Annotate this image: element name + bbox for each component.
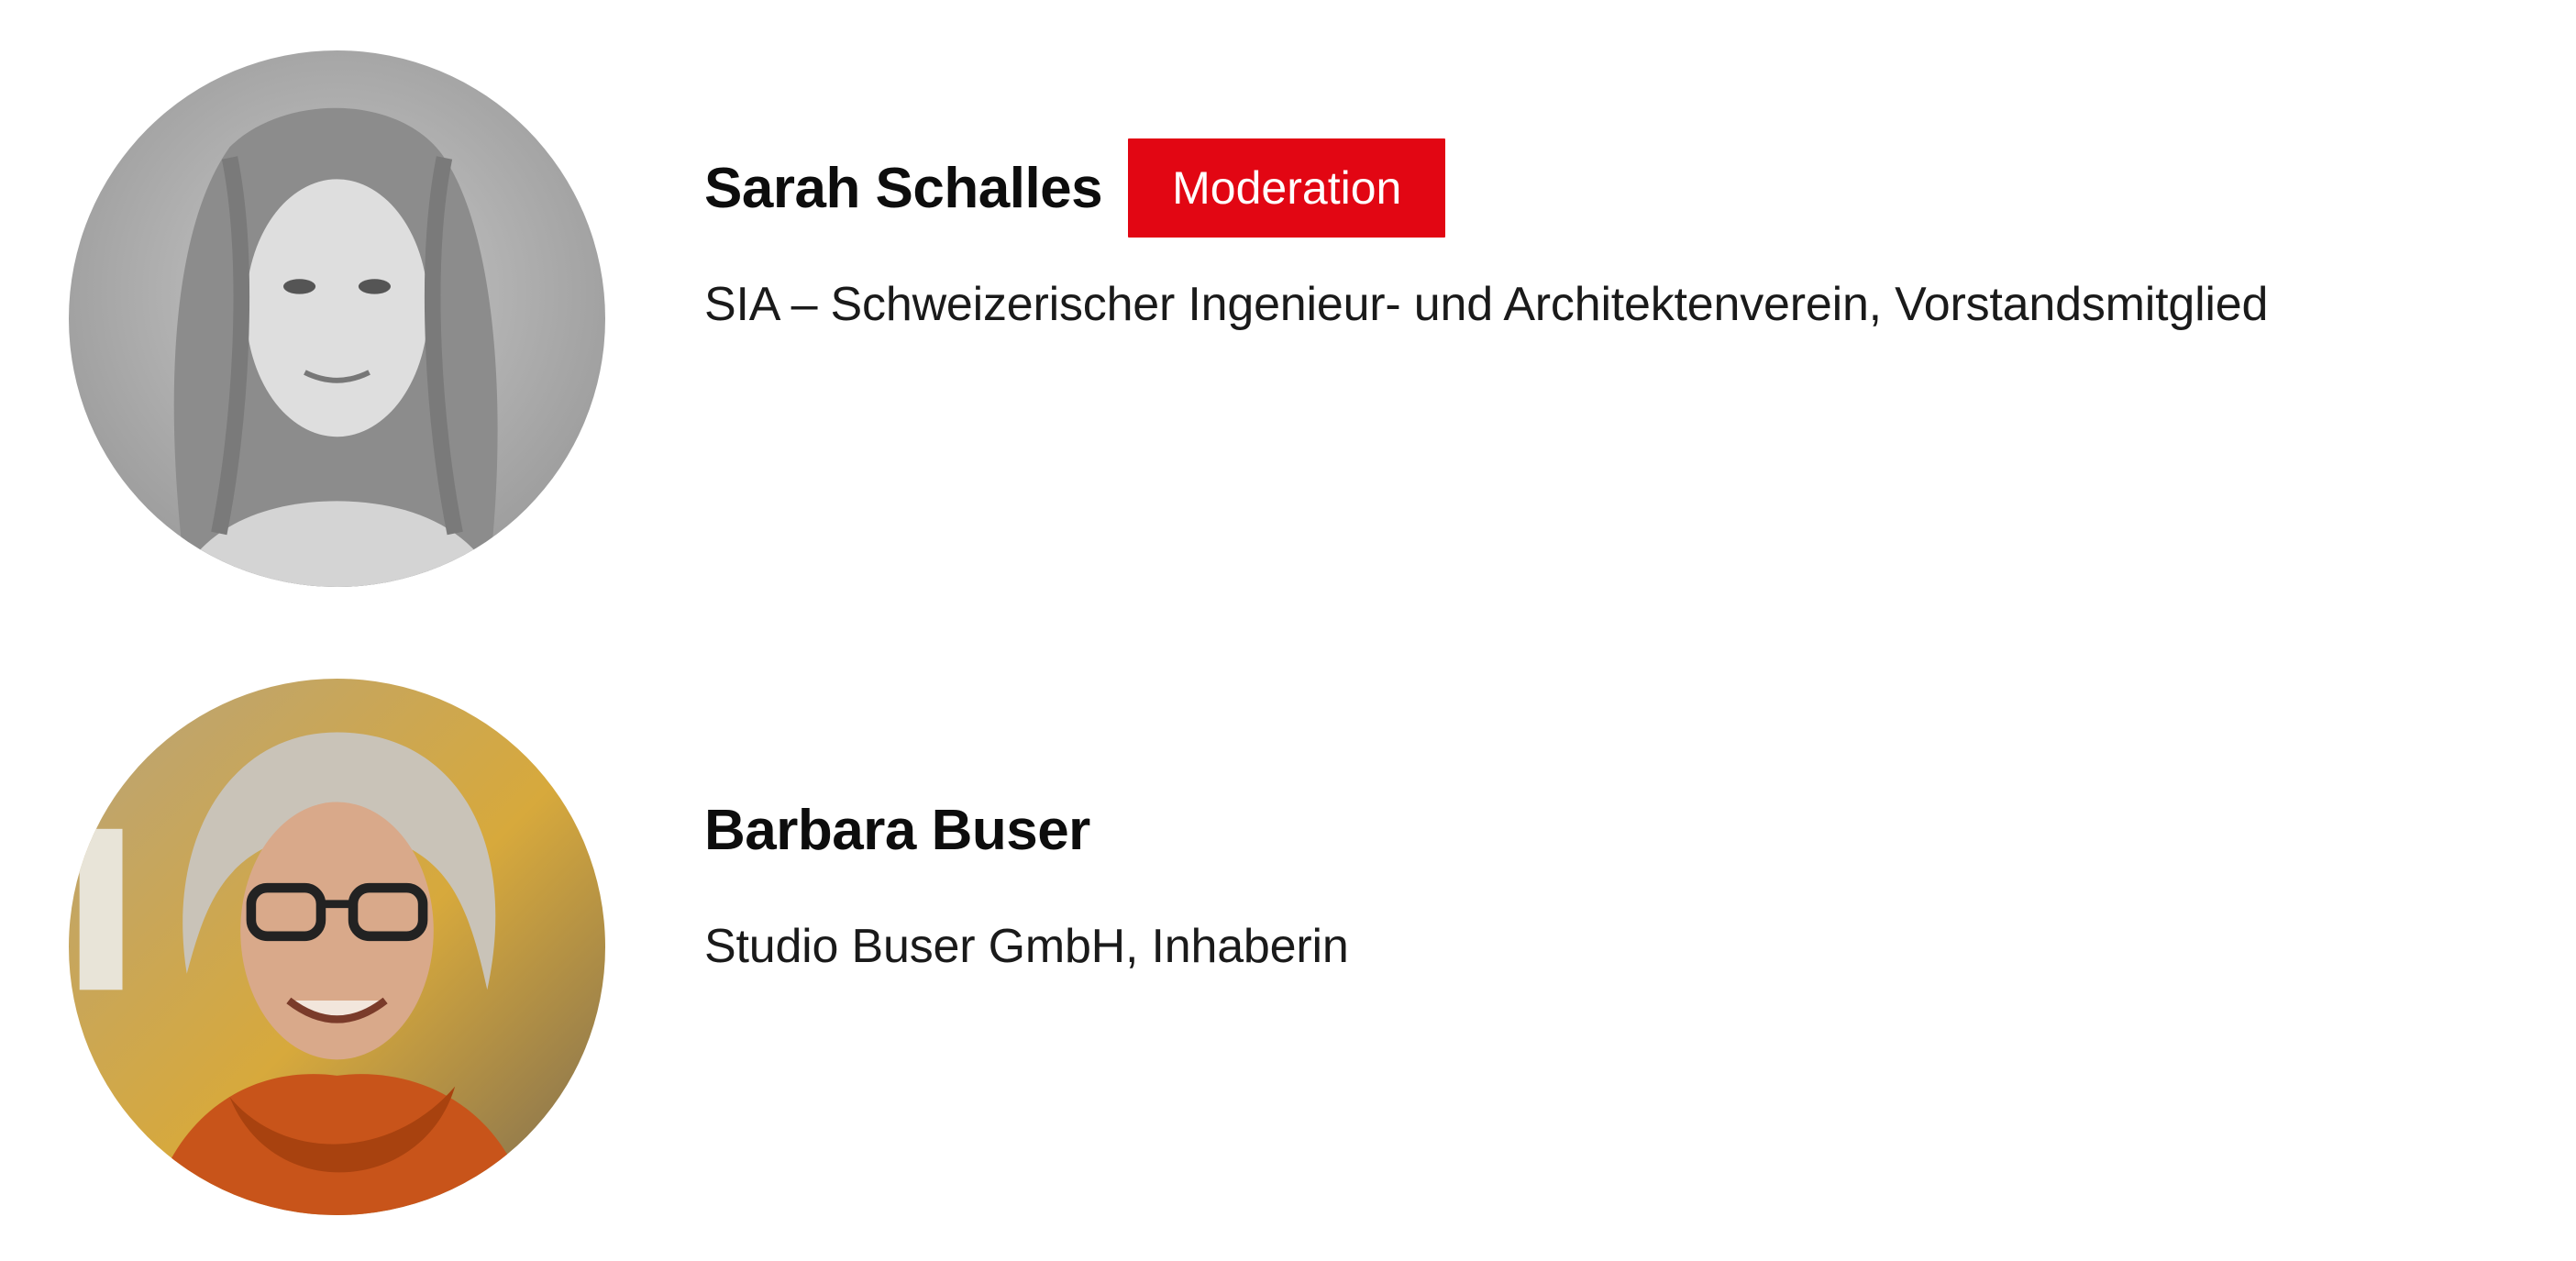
speaker-info: Sarah Schalles Moderation SIA – Schweize…: [704, 138, 2268, 332]
name-row: Sarah Schalles Moderation: [704, 138, 2268, 238]
speaker-card: Barbara Buser Studio Buser GmbH, Inhaber…: [0, 633, 2576, 1215]
moderation-badge: Moderation: [1128, 138, 1446, 238]
name-row: Barbara Buser: [704, 780, 1349, 880]
speaker-role: SIA – Schweizerischer Ingenieur- und Arc…: [704, 278, 2269, 331]
portrait-photo: [69, 679, 605, 1215]
speaker-name: Sarah Schalles: [704, 156, 1103, 220]
avatar: [69, 50, 605, 587]
portrait-photo: [69, 50, 605, 587]
speaker-info: Barbara Buser Studio Buser GmbH, Inhaber…: [704, 780, 1349, 974]
speaker-card: Sarah Schalles Moderation SIA – Schweize…: [0, 0, 2576, 587]
speaker-name: Barbara Buser: [704, 798, 1090, 862]
speaker-role: Studio Buser GmbH, Inhaberin: [704, 920, 1349, 973]
avatar: [69, 679, 605, 1215]
